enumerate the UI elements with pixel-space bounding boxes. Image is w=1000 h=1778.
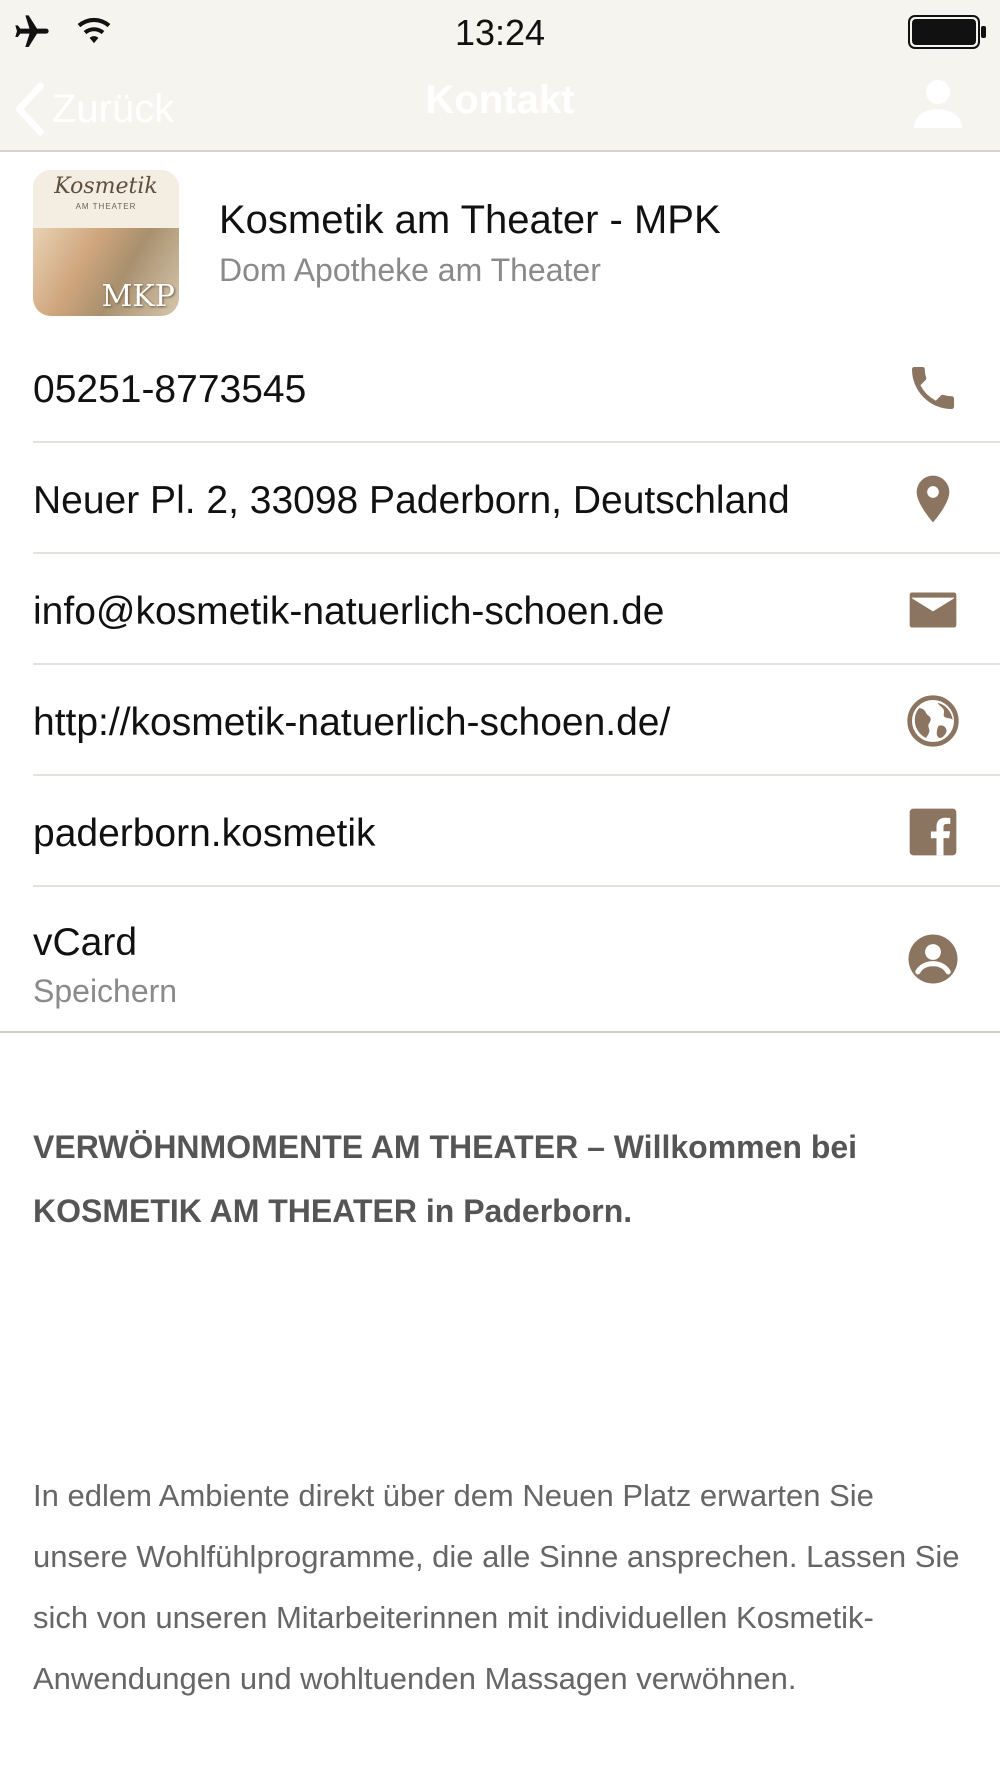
- description-headline: VERWÖHNMOMENTE AM THEATER – Willkommen b…: [33, 1129, 858, 1229]
- contact-row-address[interactable]: Neuer Pl. 2, 33098 Paderborn, Deutschlan…: [33, 443, 1000, 554]
- logo-corner-text: MKP: [101, 279, 175, 314]
- contact-row-website[interactable]: http://kosmetik-natuerlich-schoen.de/: [33, 665, 1000, 776]
- navigation-bar: Zurück Kontakt: [0, 64, 1000, 152]
- business-header: Kosmetik AM THEATER MKP Kosmetik am Thea…: [0, 152, 1000, 332]
- facebook-icon: [909, 808, 957, 856]
- location-pin-icon: [916, 475, 950, 523]
- contact-address-text: Neuer Pl. 2, 33098 Paderborn, Deutschlan…: [33, 479, 790, 522]
- status-time: 13:24: [454, 12, 546, 53]
- contact-row-email[interactable]: info@kosmetik-natuerlich-schoen.de: [33, 554, 1000, 665]
- contact-list: 05251-8773545 Neuer Pl. 2, 33098 Paderbo…: [0, 332, 1000, 1033]
- business-name: Kosmetik am Theater - MPK: [219, 198, 721, 242]
- battery-icon: [908, 15, 986, 49]
- vcard-label: vCard: [33, 921, 138, 964]
- logo-script-text: Kosmetik: [54, 174, 158, 199]
- contact-row-phone[interactable]: 05251-8773545: [33, 332, 1000, 443]
- envelope-icon: [909, 592, 957, 628]
- page-title: Kontakt: [425, 78, 575, 122]
- description-body: In edlem Ambiente direkt über dem Neuen …: [33, 1478, 960, 1696]
- contact-phone-text: 05251-8773545: [33, 368, 307, 411]
- business-logo: Kosmetik AM THEATER MKP: [33, 170, 179, 316]
- vcard-sublabel: Speichern: [33, 973, 178, 1009]
- status-bar: 13:24: [0, 0, 1000, 64]
- logo-sub-text: AM THEATER: [75, 202, 137, 211]
- contact-facebook-text: paderborn.kosmetik: [33, 812, 376, 855]
- contact-email-text: info@kosmetik-natuerlich-schoen.de: [33, 590, 665, 633]
- globe-icon: [907, 695, 959, 747]
- contact-row-facebook[interactable]: paderborn.kosmetik: [33, 776, 1000, 887]
- phone-icon: [912, 367, 954, 409]
- top-bar: 13:24 Zurück Kontakt: [0, 0, 1000, 152]
- vcard-row[interactable]: vCard Speichern: [0, 887, 1000, 1033]
- contact-website-text: http://kosmetik-natuerlich-schoen.de/: [33, 701, 671, 744]
- person-icon[interactable]: [906, 72, 970, 136]
- account-circle-icon: [908, 934, 958, 984]
- business-subtitle: Dom Apotheke am Theater: [219, 252, 601, 288]
